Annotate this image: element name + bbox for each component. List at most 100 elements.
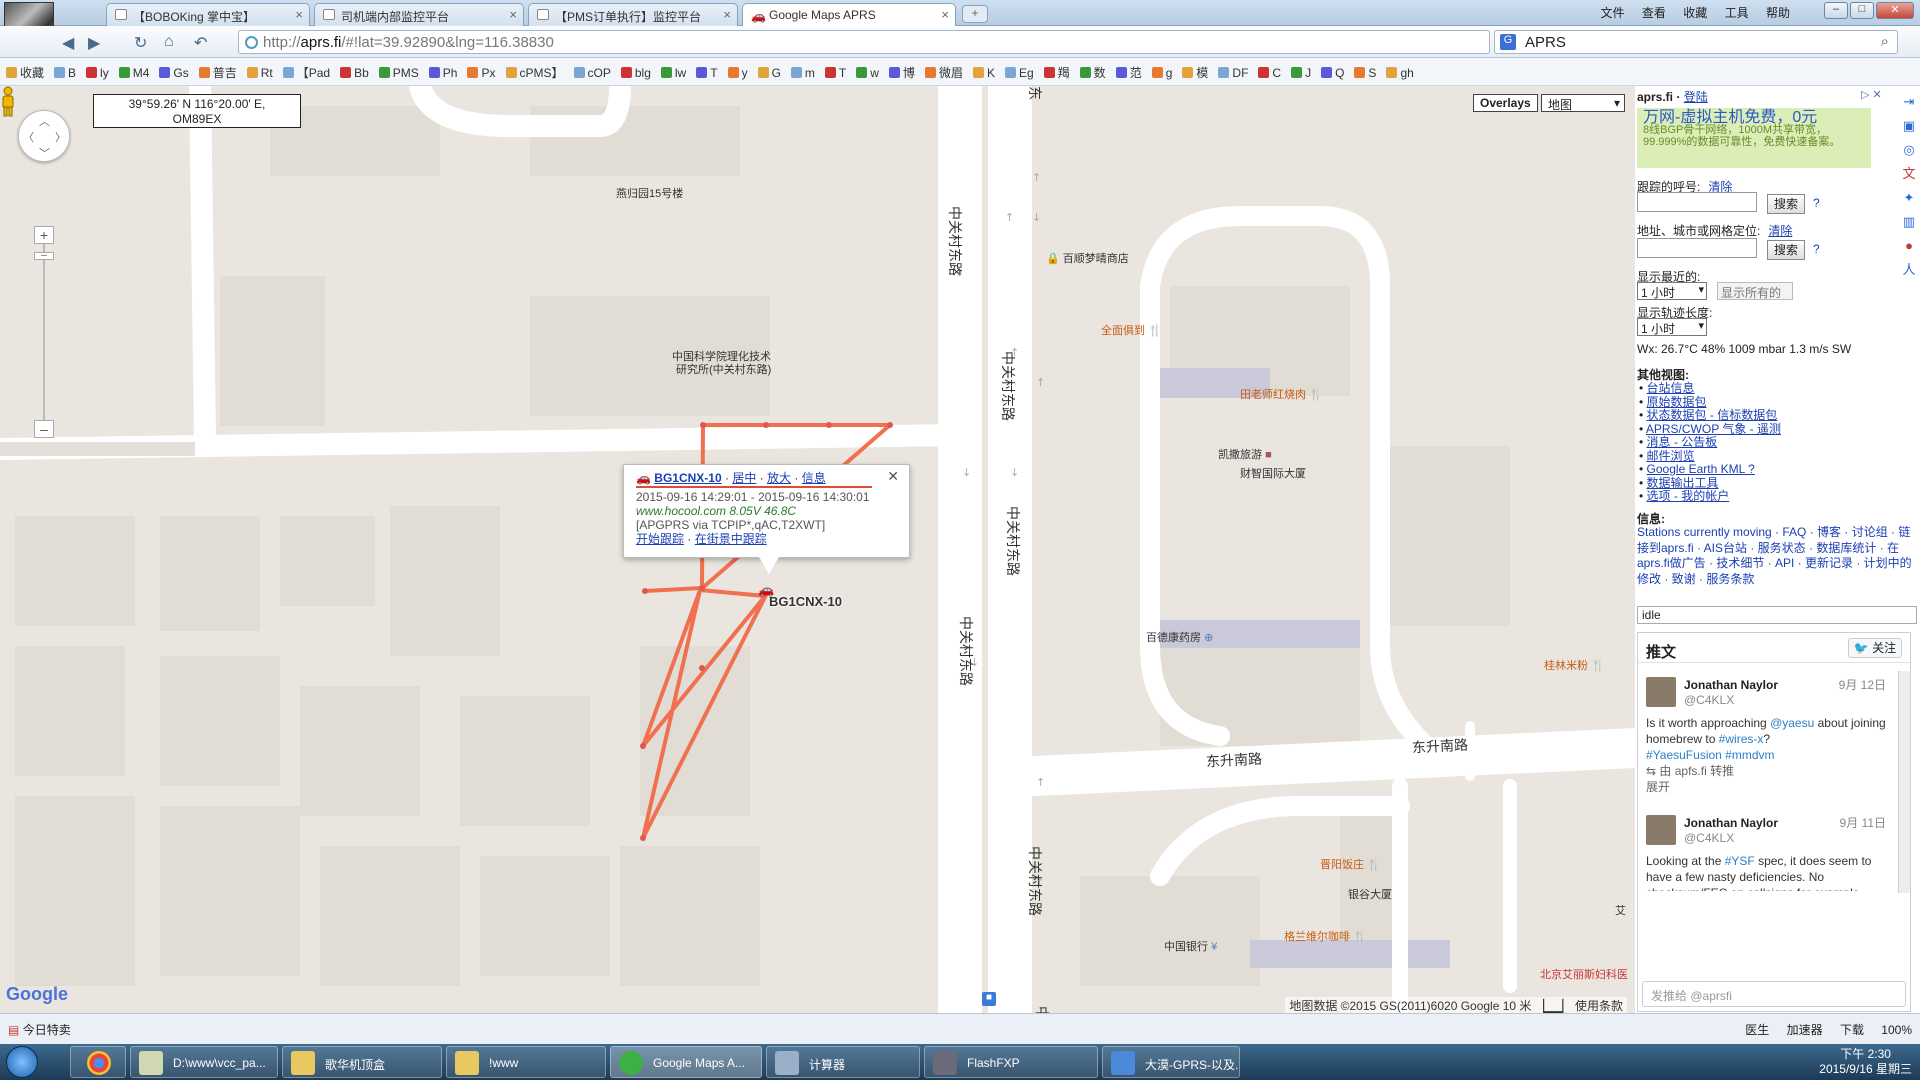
bookmark-item[interactable]: 模	[1182, 66, 1208, 80]
pan-control[interactable]: ︿ ﹀ 〈 〉	[18, 110, 70, 162]
back-icon[interactable]: ◀	[62, 33, 74, 53]
bookmark-item[interactable]: 【Pad	[282, 66, 330, 80]
zoom-out-button[interactable]: –	[34, 420, 54, 438]
menu-favorites[interactable]: 收藏	[1683, 6, 1707, 20]
bookmark-item[interactable]: T	[824, 66, 846, 80]
bookmark-item[interactable]: g	[1151, 66, 1172, 80]
doctor-button[interactable]: 医生	[1745, 1023, 1769, 1037]
taskbar-item[interactable]: 大漠-GPRS-以及...	[1102, 1046, 1240, 1078]
bookmark-item[interactable]: T	[696, 66, 718, 80]
maximize-button[interactable]: □	[1850, 2, 1874, 19]
tab-pms-monitor[interactable]: 【PMS订单执行】监控平台 ×	[528, 3, 738, 26]
bookmark-item[interactable]: cOP	[573, 66, 611, 80]
bookmark-item[interactable]: w	[856, 66, 879, 80]
bookmark-item[interactable]: 数	[1079, 66, 1106, 80]
track-length-select[interactable]: 1 小时	[1637, 318, 1707, 336]
zoom-slider-handle[interactable]: –	[34, 251, 54, 261]
bookmark-item[interactable]: M4	[118, 66, 149, 80]
track-callsign-input[interactable]	[1637, 192, 1757, 212]
bookmark-item[interactable]: Eg	[1004, 66, 1034, 80]
bookmark-icon[interactable]: ▣	[1900, 114, 1918, 138]
popup-callsign-link[interactable]: BG1CNX-10	[654, 471, 721, 485]
popup-streetview-link[interactable]: 在街景中跟踪	[695, 532, 767, 546]
view-link[interactable]: 状态数据包 - 信标数据包	[1647, 408, 1778, 422]
poi-restaurant[interactable]: 全面俱到 🍴	[1101, 322, 1162, 338]
globe-icon[interactable]: ◎	[1900, 138, 1918, 162]
arrow-icon[interactable]: ⇥	[1900, 90, 1918, 114]
bookmark-item[interactable]: 普吉	[198, 66, 237, 80]
view-link[interactable]: 选项 - 我的帐户	[1647, 489, 1730, 503]
address-search-button[interactable]: 搜索	[1767, 240, 1805, 260]
menu-help[interactable]: 帮助	[1766, 6, 1790, 20]
bookmark-item[interactable]: Rt	[246, 66, 273, 80]
bookmark-item[interactable]: S	[1354, 66, 1376, 80]
bookmark-item[interactable]: G	[757, 66, 781, 80]
bookmark-item[interactable]: Px	[467, 66, 496, 80]
bookmark-item[interactable]: Q	[1321, 66, 1344, 80]
info-links[interactable]: Stations currently moving · FAQ · 博客 · 讨…	[1637, 525, 1917, 587]
track-help-link[interactable]: ?	[1813, 196, 1820, 210]
tab-boboking[interactable]: 【BOBOKing 掌中宝】 ×	[106, 3, 310, 26]
map-attribution[interactable]: 地图数据 ©2015 GS(2011)6020 Google 10 米 ▕▁▁▏…	[1285, 997, 1627, 1013]
bookmark-item[interactable]: PMS	[378, 66, 419, 80]
download-button[interactable]: 下载	[1840, 1023, 1864, 1037]
pegman-icon[interactable]	[0, 86, 16, 118]
recent-select[interactable]: 1 小时	[1637, 282, 1707, 300]
bookmark-item[interactable]: y	[727, 66, 748, 80]
popup-track-link[interactable]: 开始跟踪	[636, 532, 684, 546]
menu-file[interactable]: 文件	[1601, 6, 1625, 20]
bookmark-item[interactable]: C	[1258, 66, 1281, 80]
map-canvas[interactable]: ↑ ↓ ↑ ↓ ↑ ↑ ↓ ↓ ↓ ↑ ↑ 中关村东路 中关村东路 中关村东路 中关村东路 中关…	[0, 86, 1635, 1013]
taskbar-item[interactable]: D:\www\vcc_pa...	[130, 1046, 278, 1078]
zoom-level[interactable]: 100%	[1881, 1023, 1912, 1037]
gift-icon[interactable]: ▥	[1900, 210, 1918, 234]
close-icon[interactable]: ×	[295, 7, 303, 22]
login-link[interactable]: 登陆	[1684, 90, 1708, 104]
chrome-taskbar-icon[interactable]	[70, 1046, 126, 1078]
close-window-button[interactable]: ✕	[1876, 2, 1914, 19]
undo-icon[interactable]: ↶	[194, 33, 207, 53]
pan-up-icon[interactable]: ︿	[39, 113, 50, 129]
weibo-icon[interactable]: ●	[1900, 234, 1918, 258]
bookmark-item[interactable]: DF	[1218, 66, 1248, 80]
popup-center-link[interactable]: 居中	[732, 471, 756, 485]
menu-view[interactable]: 查看	[1642, 6, 1666, 20]
station-label[interactable]: BG1CNX-10	[769, 594, 842, 609]
poi-restaurant[interactable]: 田老师红烧肉 🍴	[1240, 386, 1323, 402]
bookmark-item[interactable]: Gs	[159, 66, 189, 80]
deals-link[interactable]: 今日特卖	[23, 1023, 71, 1037]
bookmark-item[interactable]: blg	[620, 66, 651, 80]
home-icon[interactable]: ⌂	[164, 33, 174, 51]
poi-pharmacy[interactable]: 百德康药房 ⊕	[1146, 629, 1213, 645]
poi-cafe[interactable]: 格兰维尔咖啡 🍴	[1284, 928, 1367, 944]
start-button[interactable]	[6, 1046, 38, 1078]
taskbar-item-active[interactable]: Google Maps A...	[610, 1046, 762, 1078]
bookmark-item[interactable]: 微眉	[924, 66, 963, 80]
bookmark-item[interactable]: gh	[1386, 66, 1414, 80]
taskbar-item[interactable]: !www	[446, 1046, 606, 1078]
close-icon[interactable]: ×	[941, 7, 949, 22]
bus-stop-icon[interactable]: ■	[982, 992, 996, 1006]
bookmark-item[interactable]: m	[790, 66, 815, 80]
avatar[interactable]	[1646, 677, 1676, 707]
maptype-select[interactable]: 地图 ▾	[1541, 94, 1625, 112]
ad-close-icon[interactable]: ▷ ✕	[1861, 88, 1882, 101]
taskbar-item[interactable]: FlashFXP	[924, 1046, 1098, 1078]
view-link[interactable]: Google Earth KML ?	[1647, 462, 1755, 476]
track-search-button[interactable]: 搜索	[1767, 194, 1805, 214]
forward-icon[interactable]: ▶	[88, 33, 100, 53]
bookmark-item[interactable]: 羯	[1043, 66, 1070, 80]
view-link[interactable]: 邮件浏览	[1647, 449, 1695, 463]
close-icon[interactable]: ✕	[887, 469, 899, 483]
bookmark-item[interactable]: 收藏	[6, 66, 44, 80]
poi-travel[interactable]: 凯撒旅游 ■	[1218, 446, 1272, 462]
tweet-reply-input[interactable]: 发推给 @aprsfi	[1642, 981, 1906, 1007]
translate-icon[interactable]: 文	[1900, 162, 1918, 186]
bookmark-item[interactable]: J	[1291, 66, 1311, 80]
address-clear-link[interactable]: 清除	[1768, 224, 1792, 238]
bookmark-item[interactable]: Ph	[428, 66, 457, 80]
bookmark-item[interactable]: K	[972, 66, 995, 80]
bookmark-item[interactable]: 博	[888, 66, 915, 80]
taskbar-item[interactable]: 计算器	[766, 1046, 920, 1078]
pan-left-icon[interactable]: 〈	[23, 129, 34, 145]
